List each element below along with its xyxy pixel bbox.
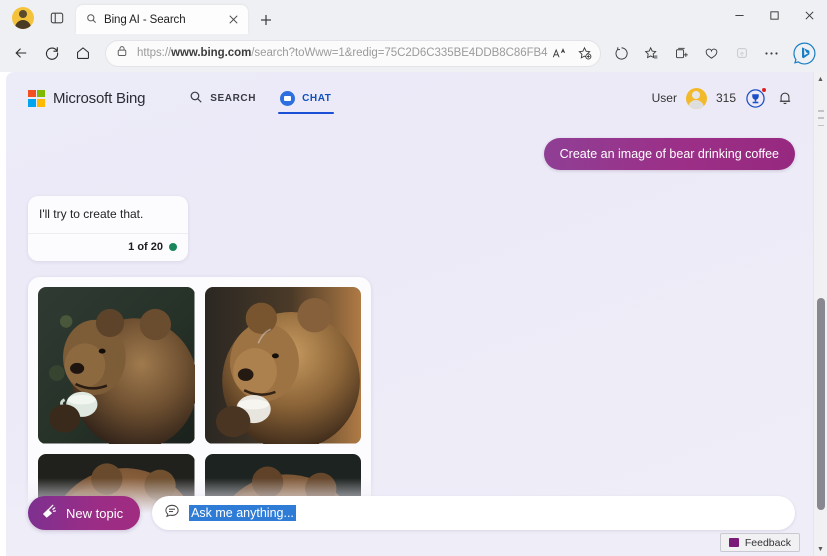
user-message-bubble: Create an image of bear drinking coffee xyxy=(543,138,795,170)
chat-input-container[interactable]: Ask me anything... xyxy=(152,496,795,530)
browser-essentials-icon[interactable] xyxy=(607,39,636,68)
browser-title-bar: Bing AI - Search xyxy=(0,0,827,34)
status-badge xyxy=(169,243,177,251)
bing-header-tabs: SEARCH CHAT xyxy=(181,72,339,124)
search-icon xyxy=(189,90,203,107)
microsoft-logo-icon xyxy=(28,89,45,107)
chat-icon xyxy=(164,503,180,524)
minimize-button[interactable] xyxy=(722,0,757,30)
favorites-star-icon[interactable] xyxy=(637,39,666,68)
browser-nav-bar: https://www.bing.com/search?toWww=1&redi… xyxy=(0,34,827,72)
notification-dot xyxy=(761,86,767,93)
profile-button[interactable] xyxy=(10,5,36,31)
broom-icon xyxy=(41,503,58,523)
scrollbar-grip-icon xyxy=(818,110,824,126)
close-window-button[interactable] xyxy=(792,0,827,30)
lock-icon xyxy=(116,44,128,62)
tab-chat[interactable]: CHAT xyxy=(272,72,339,124)
address-bar-actions xyxy=(548,42,596,65)
flag-icon xyxy=(728,538,739,547)
scrollbar-thumb[interactable] xyxy=(817,298,825,510)
notification-bell-icon[interactable] xyxy=(775,88,795,108)
tab-actions-button[interactable] xyxy=(44,5,70,31)
bing-chat-page: Microsoft Bing SEARCH CHAT User 315 Crea… xyxy=(6,72,813,556)
tab-chat-label: CHAT xyxy=(302,92,332,104)
new-tab-button[interactable] xyxy=(257,11,275,29)
edge-drop-icon[interactable] xyxy=(697,39,726,68)
rewards-points: 315 xyxy=(715,91,736,105)
browser-toolbar: e xyxy=(607,39,819,68)
feedback-button[interactable]: Feedback xyxy=(719,533,800,552)
microsoft-bing-logo[interactable]: Microsoft Bing xyxy=(28,89,146,107)
composer-bar: New topic Ask me anything... xyxy=(6,496,813,530)
home-button[interactable] xyxy=(68,39,97,68)
avatar[interactable] xyxy=(685,87,707,109)
tab-search-label: SEARCH xyxy=(210,92,257,104)
scroll-up-arrow-icon[interactable]: ▲ xyxy=(814,72,827,86)
new-topic-button[interactable]: New topic xyxy=(28,496,141,530)
back-button[interactable] xyxy=(6,39,35,68)
maximize-button[interactable] xyxy=(757,0,792,30)
browser-tab[interactable]: Bing AI - Search xyxy=(76,5,248,34)
collections-icon[interactable] xyxy=(667,39,696,68)
generated-image-tile[interactable] xyxy=(204,287,361,444)
bot-message-row: I'll try to create that. 1 of 20 xyxy=(28,196,795,261)
bing-logo-text: Microsoft Bing xyxy=(53,89,146,107)
user-message-row: Create an image of bear drinking coffee xyxy=(28,138,795,170)
tab-search-icon xyxy=(86,13,97,27)
tab-close-icon[interactable] xyxy=(224,11,242,29)
more-options-button[interactable] xyxy=(757,39,786,68)
add-favorite-star-icon[interactable] xyxy=(573,42,596,65)
tab-title: Bing AI - Search xyxy=(104,13,186,26)
reload-button[interactable] xyxy=(37,39,66,68)
new-topic-label: New topic xyxy=(66,505,124,521)
window-controls xyxy=(722,0,827,34)
page-viewport: Microsoft Bing SEARCH CHAT User 315 Crea… xyxy=(0,72,827,556)
chat-bubble-icon xyxy=(280,90,296,106)
chat-input[interactable]: Ask me anything... xyxy=(189,505,296,521)
url-text: https://www.bing.com/search?toWww=1&redi… xyxy=(137,47,548,59)
feedback-label: Feedback xyxy=(744,536,791,549)
scroll-down-arrow-icon[interactable]: ▼ xyxy=(814,542,827,556)
turn-counter: 1 of 20 xyxy=(128,241,163,253)
user-label: User xyxy=(651,91,677,105)
bot-message-card: I'll try to create that. 1 of 20 xyxy=(28,196,188,261)
address-bar[interactable]: https://www.bing.com/search?toWww=1&redi… xyxy=(105,39,601,67)
bing-b-icon[interactable] xyxy=(790,39,819,68)
bing-page-header: Microsoft Bing SEARCH CHAT User 315 xyxy=(6,72,813,124)
page-scrollbar[interactable]: ▲ ▼ xyxy=(813,72,827,556)
bing-header-right: User 315 xyxy=(651,86,795,109)
profile-avatar-icon xyxy=(12,7,34,29)
rewards-trophy-icon[interactable] xyxy=(745,86,767,109)
browser-window: Bing AI - Search https://www.bing.com/se… xyxy=(0,0,827,556)
read-aloud-icon[interactable] xyxy=(548,42,571,65)
svg-text:e: e xyxy=(740,50,744,57)
bot-message-text: I'll try to create that. xyxy=(39,207,144,221)
profile-toolbar-icon[interactable]: e xyxy=(727,39,756,68)
generated-image-tile[interactable] xyxy=(38,287,195,444)
tab-search[interactable]: SEARCH xyxy=(181,72,264,124)
bot-message-footer: 1 of 20 xyxy=(28,233,188,261)
